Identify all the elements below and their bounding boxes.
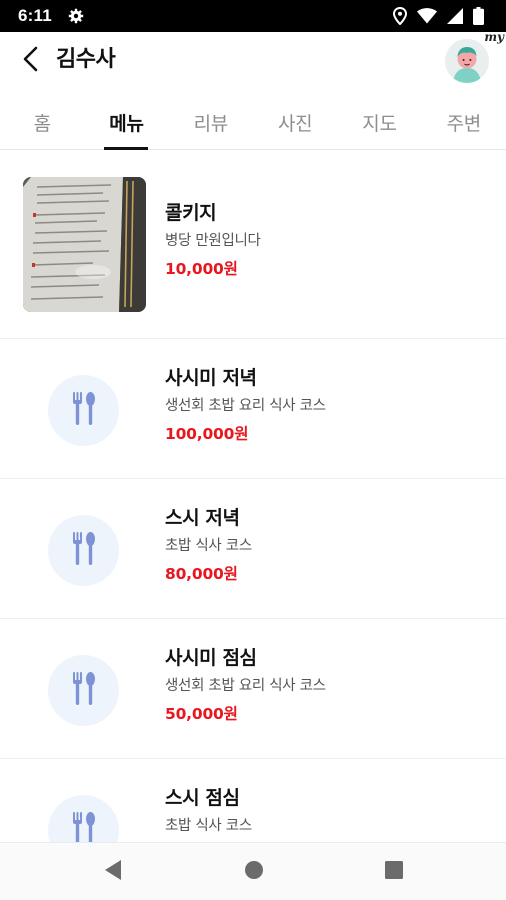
- menu-item-name: 스시 저녁: [165, 507, 240, 529]
- menu-item-description: 생선회 초밥 요리 식사 코스: [165, 678, 326, 694]
- menu-item[interactable]: 사시미 저녁 생선회 초밥 요리 식사 코스 100,000원: [0, 339, 506, 479]
- menu-thumbnail-placeholder: [48, 375, 119, 446]
- menu-item-price: 80,000원: [165, 565, 238, 583]
- menu-item-description: 초밥 식사 코스: [165, 818, 252, 834]
- menu-item-description: 병당 만원입니다: [165, 233, 261, 249]
- battery-icon: [473, 7, 484, 25]
- status-bar: 6:11: [0, 0, 506, 32]
- back-button[interactable]: [14, 44, 48, 78]
- menu-item-name: 사시미 점심: [165, 647, 257, 669]
- wifi-icon: [417, 8, 437, 24]
- menu-item-name: 사시미 저녁: [165, 367, 257, 389]
- status-right: [393, 7, 484, 25]
- system-nav-bar: [0, 842, 506, 900]
- avatar-face-icon: [445, 39, 489, 83]
- menu-item-name: 스시 점심: [165, 787, 240, 809]
- menu-item-text: 콜키지 병당 만원입니다 10,000원: [165, 200, 261, 280]
- menu-item-text: 스시 점심 초밥 식사 코스: [165, 785, 252, 843]
- page-title: 김수사: [56, 47, 116, 72]
- gear-icon: [68, 8, 84, 24]
- nav-home-button[interactable]: [243, 861, 265, 883]
- recents-square-icon: [385, 861, 403, 883]
- tab-home[interactable]: 홈: [0, 96, 84, 149]
- tab-photos[interactable]: 사진: [253, 96, 337, 149]
- chevron-left-icon: [22, 46, 40, 76]
- status-time: 6:11: [18, 6, 52, 25]
- menu-item-name: 콜키지: [165, 202, 217, 224]
- screen: 6:11 김수사 my 홈 메뉴 리뷰 사진 지도 주변 콜키지 병당 만원입니…: [0, 0, 506, 900]
- tab-nearby[interactable]: 주변: [422, 96, 506, 149]
- menu-item-price: 100,000원: [165, 425, 249, 443]
- status-left: 6:11: [18, 6, 84, 26]
- nav-recents-button[interactable]: [383, 861, 405, 883]
- location-icon: [393, 7, 407, 25]
- utensils-icon: [71, 531, 97, 570]
- app-header: 김수사 my: [0, 30, 506, 90]
- menu-item[interactable]: 사시미 점심 생선회 초밥 요리 식사 코스 50,000원: [0, 619, 506, 759]
- my-profile-button[interactable]: [445, 39, 489, 83]
- menu-item-price: 50,000원: [165, 705, 238, 723]
- menu-item-description: 생선회 초밥 요리 식사 코스: [165, 398, 326, 414]
- menu-item-text: 사시미 점심 생선회 초밥 요리 식사 코스 50,000원: [165, 645, 326, 725]
- menu-item[interactable]: 콜키지 병당 만원입니다 10,000원: [0, 151, 506, 339]
- back-triangle-icon: [103, 859, 123, 885]
- menu-thumbnail-placeholder: [48, 655, 119, 726]
- menu-item-description: 초밥 식사 코스: [165, 538, 252, 554]
- menu-thumbnail-placeholder: [48, 515, 119, 586]
- menu-item-text: 사시미 저녁 생선회 초밥 요리 식사 코스 100,000원: [165, 365, 326, 445]
- menu-list: 콜키지 병당 만원입니다 10,000원 사시미 저녁 생선회 초밥 요리 식사…: [0, 151, 506, 899]
- menu-item[interactable]: 스시 저녁 초밥 식사 코스 80,000원: [0, 479, 506, 619]
- tab-bar: 홈 메뉴 리뷰 사진 지도 주변: [0, 96, 506, 150]
- tab-reviews[interactable]: 리뷰: [169, 96, 253, 149]
- tab-map[interactable]: 지도: [337, 96, 421, 149]
- my-badge: my: [484, 30, 504, 44]
- signal-icon: [447, 8, 463, 24]
- menu-photo-thumbnail[interactable]: [23, 177, 146, 312]
- tab-menu[interactable]: 메뉴: [84, 96, 168, 150]
- menu-item-text: 스시 저녁 초밥 식사 코스 80,000원: [165, 505, 252, 585]
- utensils-icon: [71, 671, 97, 710]
- utensils-icon: [71, 391, 97, 430]
- nav-back-button[interactable]: [102, 859, 124, 885]
- home-circle-icon: [244, 860, 264, 884]
- menu-item-price: 10,000원: [165, 260, 238, 278]
